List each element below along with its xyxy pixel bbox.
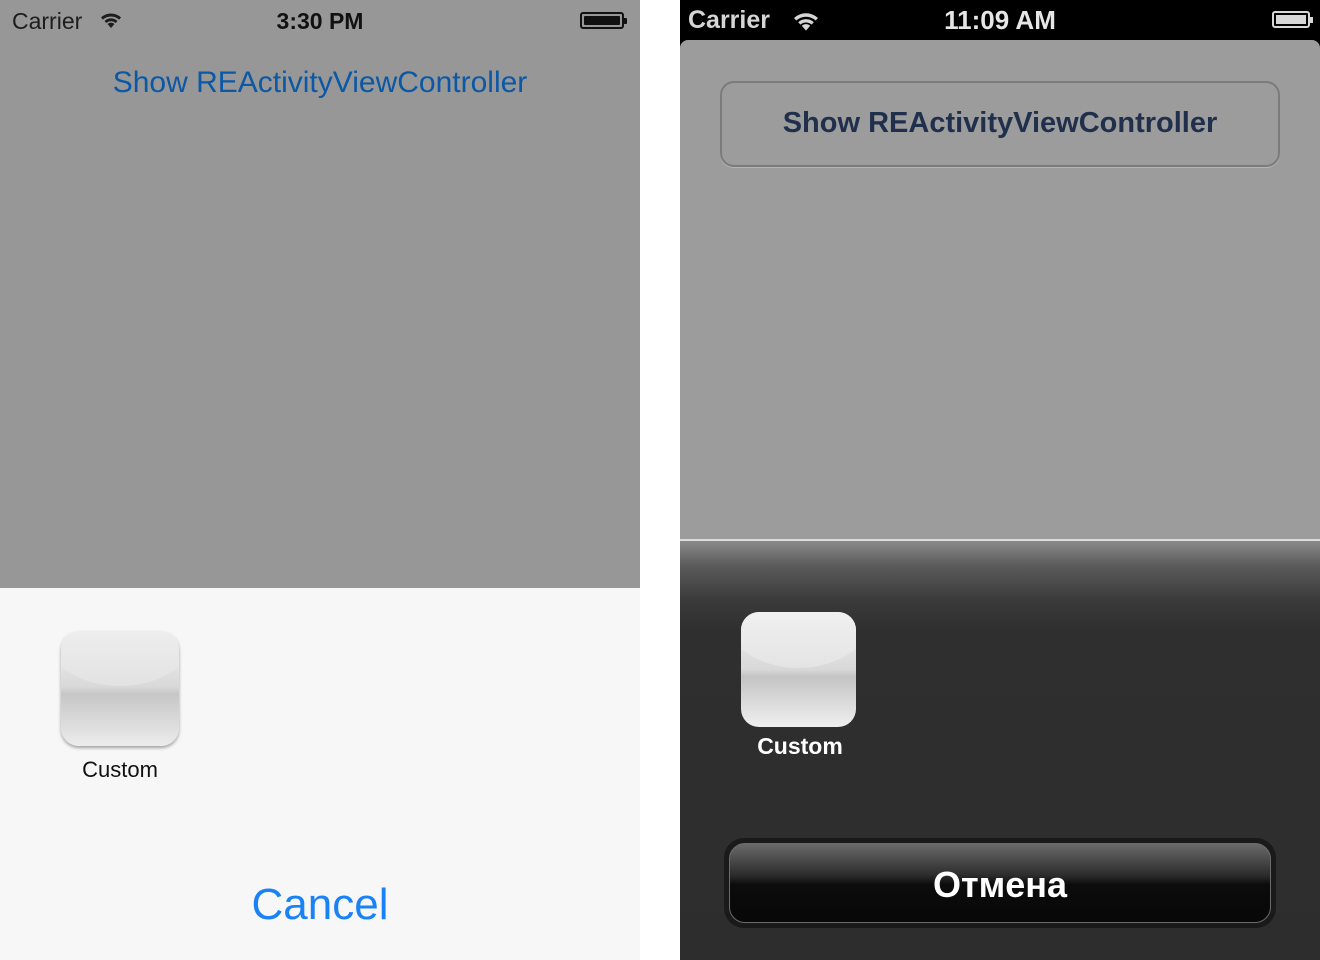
cancel-button-face: Отмена — [729, 843, 1271, 923]
activity-sheet: Custom Cancel — [0, 588, 640, 960]
show-activity-button[interactable]: Show REActivityViewController — [720, 81, 1280, 167]
status-bar: Carrier 3:30 PM — [0, 0, 640, 40]
activity-label: Custom — [757, 733, 843, 759]
status-bar: Carrier 11:09 AM — [680, 0, 1320, 40]
show-activity-button-label: Show REActivityViewController — [782, 107, 1218, 139]
show-activity-button[interactable]: Show REActivityViewController — [0, 66, 640, 100]
activity-label: Custom — [82, 757, 158, 782]
ios6-screen: Carrier 11:09 AM Show REActivityViewCont… — [680, 0, 1320, 960]
ios7-screen: Carrier 3:30 PM Show REActivityViewContr… — [0, 0, 640, 960]
cancel-button-label: Отмена — [932, 864, 1068, 905]
main-view: Show REActivityViewController — [680, 40, 1320, 540]
custom-activity-icon[interactable] — [741, 612, 856, 727]
custom-activity-icon[interactable] — [61, 631, 179, 746]
battery-icon — [1272, 11, 1313, 28]
status-time: 11:09 AM — [944, 5, 1056, 35]
battery-icon — [580, 12, 627, 29]
activity-sheet: Custom Отмена — [680, 539, 1320, 960]
status-time: 3:30 PM — [276, 8, 364, 34]
cancel-button[interactable]: Cancel — [0, 880, 640, 930]
cancel-button[interactable]: Отмена — [724, 838, 1276, 928]
